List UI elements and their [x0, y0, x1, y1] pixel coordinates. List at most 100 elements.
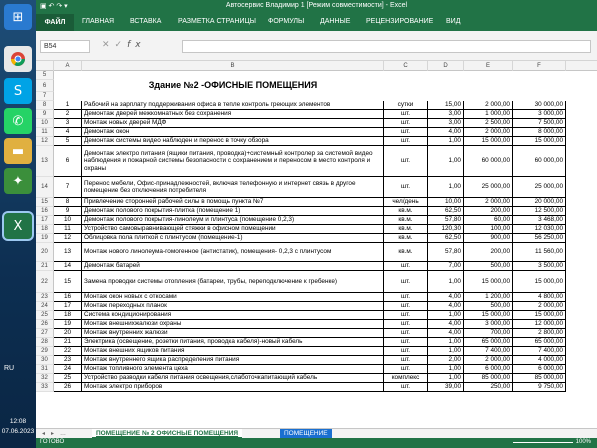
table-cell[interactable]: чел/день	[384, 198, 428, 207]
row-header[interactable]: 11	[36, 128, 54, 137]
row-header[interactable]: 20	[36, 243, 54, 262]
table-cell[interactable]: 10	[54, 216, 82, 225]
row-header[interactable]: 22	[36, 271, 54, 293]
table-cell[interactable]: 1,00	[428, 338, 464, 347]
table-cell[interactable]: 2 500,00	[464, 119, 513, 128]
table-cell[interactable]: 2 000,00	[464, 356, 513, 365]
table-cell[interactable]: 2 000,00	[464, 128, 513, 137]
table-cell[interactable]: Демонтаж системы видео наблюден и перено…	[82, 137, 384, 146]
table-cell[interactable]: 2 000,00	[464, 101, 513, 110]
row-header[interactable]: 19	[36, 234, 54, 243]
row-header[interactable]: 13	[36, 146, 54, 177]
table-cell[interactable]: 56 250,00	[513, 234, 566, 243]
table-cell[interactable]	[513, 71, 566, 80]
select-all-corner[interactable]	[36, 61, 54, 71]
table-cell[interactable]: 10,00	[428, 198, 464, 207]
tab-review[interactable]: РЕЦЕНЗИРОВАНИЕ	[366, 18, 433, 25]
zoom-level[interactable]: 100%	[576, 439, 591, 445]
tab-page-layout[interactable]: РАЗМЕТКА СТРАНИЦЫ	[178, 18, 256, 25]
table-cell[interactable]	[54, 71, 82, 80]
table-cell[interactable]: 16	[54, 293, 82, 302]
table-cell[interactable]: 11 560,00	[513, 243, 566, 262]
row-header[interactable]: 27	[36, 329, 54, 338]
table-cell[interactable]: Демонтаж батарей	[82, 262, 384, 271]
table-cell[interactable]: Демонтаж окон	[82, 128, 384, 137]
table-cell[interactable]: 9	[54, 207, 82, 216]
table-cell[interactable]: 6	[54, 146, 82, 177]
table-cell[interactable]	[54, 92, 82, 101]
table-cell[interactable]: шт.	[384, 293, 428, 302]
formula-input[interactable]	[182, 40, 591, 53]
row-header[interactable]: 23	[36, 293, 54, 302]
table-cell[interactable]	[513, 92, 566, 101]
system-clock[interactable]: 12:08 07.06.2023	[0, 417, 36, 437]
row-header[interactable]: 32	[36, 374, 54, 383]
table-cell[interactable]: 200,00	[464, 243, 513, 262]
zoom-slider[interactable]	[513, 442, 573, 443]
table-cell[interactable]: 4 800,00	[513, 293, 566, 302]
table-cell[interactable]: Монтаж внутреннего ящика распределения п…	[82, 356, 384, 365]
table-cell[interactable]: 900,00	[464, 234, 513, 243]
table-cell[interactable]	[428, 92, 464, 101]
table-cell[interactable]: 14	[54, 262, 82, 271]
table-cell[interactable]: Монтаж внешних ящиков питания	[82, 347, 384, 356]
table-cell[interactable]: шт.	[384, 262, 428, 271]
table-cell[interactable]	[428, 71, 464, 80]
table-cell[interactable]: 1,00	[428, 365, 464, 374]
table-cell[interactable]: 23	[54, 356, 82, 365]
table-cell[interactable]: 57,80	[428, 243, 464, 262]
table-cell[interactable]: 1,00	[428, 271, 464, 293]
table-cell[interactable]: шт.	[384, 338, 428, 347]
table-cell[interactable]: 100,00	[464, 225, 513, 234]
table-cell[interactable]: 12 500,00	[513, 207, 566, 216]
table-cell[interactable]: 15 000,00	[464, 271, 513, 293]
table-cell[interactable]: 3 500,00	[513, 262, 566, 271]
chrome-icon[interactable]	[4, 46, 32, 72]
table-cell[interactable]: сутки	[384, 101, 428, 110]
row-header[interactable]: 14	[36, 177, 54, 198]
table-cell[interactable]: шт.	[384, 177, 428, 198]
table-cell[interactable]: 1 200,00	[464, 293, 513, 302]
table-cell[interactable]: Электрика (освещение, розетки питания, п…	[82, 338, 384, 347]
table-cell[interactable]: Монтаж электро приборов	[82, 383, 384, 392]
table-cell[interactable]	[82, 71, 384, 80]
table-cell[interactable]: 7 400,00	[513, 347, 566, 356]
table-cell[interactable]: 1,00	[428, 137, 464, 146]
table-cell[interactable]: 2	[54, 110, 82, 119]
table-cell[interactable]: 4,00	[428, 329, 464, 338]
table-cell[interactable]	[82, 92, 384, 101]
table-cell[interactable]: Монтаж нового линолеума-гомогенное (анти…	[82, 243, 384, 262]
table-cell[interactable]: 12	[54, 234, 82, 243]
table-cell[interactable]: 20	[54, 329, 82, 338]
table-cell[interactable]: 57,80	[428, 216, 464, 225]
column-header[interactable]: B	[82, 61, 384, 71]
table-cell[interactable]: 2 000,00	[464, 198, 513, 207]
column-header[interactable]: A	[54, 61, 82, 71]
table-cell[interactable]: Рабочий на зарплату поддерживания офиса …	[82, 101, 384, 110]
table-cell[interactable]: 21	[54, 338, 82, 347]
table-cell[interactable]: 15	[54, 271, 82, 293]
app-icon[interactable]: ✦	[4, 168, 32, 194]
tab-view[interactable]: ВИД	[446, 18, 460, 25]
table-cell[interactable]: 7 400,00	[464, 347, 513, 356]
table-cell[interactable]: 12 000,00	[513, 320, 566, 329]
table-cell[interactable]: шт.	[384, 347, 428, 356]
table-cell[interactable]: шт.	[384, 128, 428, 137]
table-cell[interactable]: 3 000,00	[464, 320, 513, 329]
table-cell[interactable]: 15 000,00	[513, 271, 566, 293]
skype-icon[interactable]: S	[4, 78, 32, 104]
table-cell[interactable]: 7 500,00	[513, 119, 566, 128]
table-cell[interactable]	[384, 71, 428, 80]
table-cell[interactable]: 4,00	[428, 302, 464, 311]
row-header[interactable]: 17	[36, 216, 54, 225]
row-header[interactable]: 7	[36, 92, 54, 101]
table-cell[interactable]: 25 000,00	[513, 177, 566, 198]
table-cell[interactable]: Облицовка пола плиткой с плинтусом (поме…	[82, 234, 384, 243]
table-cell[interactable]: Монтаж новых дверей МДФ	[82, 119, 384, 128]
table-cell[interactable]: Демонтаж полового покрытия-плитка (помещ…	[82, 207, 384, 216]
tab-data[interactable]: ДАННЫЕ	[320, 18, 350, 25]
table-cell[interactable]: 1,00	[428, 146, 464, 177]
row-header[interactable]: 5	[36, 71, 54, 80]
table-cell[interactable]: 4,00	[428, 320, 464, 329]
row-header[interactable]: 21	[36, 262, 54, 271]
